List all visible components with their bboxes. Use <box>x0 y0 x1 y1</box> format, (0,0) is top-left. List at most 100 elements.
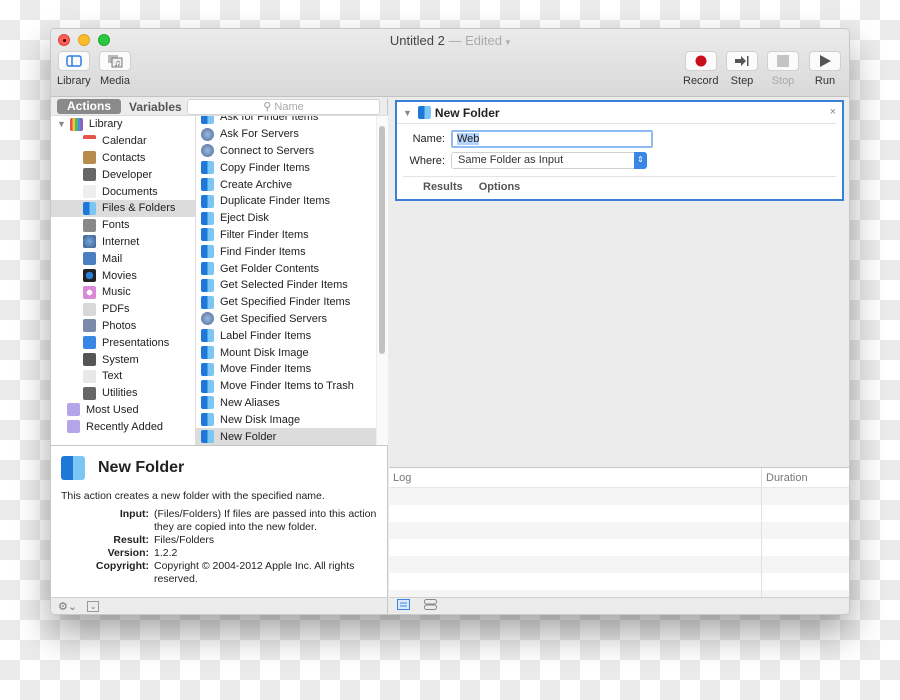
library-list: ▼ Library Calendar Contacts Developer Docum… <box>51 115 195 445</box>
search-input[interactable]: ⚲ Name <box>187 99 380 115</box>
action-item-label: Label Finder Items <box>220 329 312 342</box>
action-item-label: New Aliases <box>220 396 280 409</box>
action-item[interactable]: Connect to Servers <box>196 143 388 160</box>
where-select[interactable]: Same Folder as Input ⇕ <box>451 152 647 169</box>
tab-actions[interactable]: Actions <box>57 99 122 114</box>
globe-icon <box>201 144 214 158</box>
smart-group-label: Recently Added <box>86 420 164 433</box>
action-item[interactable]: Ask for Finder Items <box>196 116 388 126</box>
gear-menu-icon[interactable]: ⚙⌄ <box>58 600 77 613</box>
action-item[interactable]: Get Specified Finder Items <box>196 294 388 311</box>
action-item-label: Connect to Servers <box>220 144 315 157</box>
action-item[interactable]: Label Finder Items <box>196 327 388 344</box>
run-button[interactable]: Run <box>809 51 841 87</box>
library-item[interactable]: Files & Folders <box>51 199 195 217</box>
library-item[interactable]: Presentations <box>51 334 195 351</box>
library-item[interactable]: Documents <box>51 183 195 200</box>
toggle-description-button[interactable]: ⌄ <box>87 600 100 612</box>
finder-icon <box>201 346 214 360</box>
finder-icon <box>201 379 214 393</box>
action-item[interactable]: Eject Disk <box>196 210 388 227</box>
library-root[interactable]: ▼ Library <box>51 116 195 133</box>
updown-chevron-icon: ⇕ <box>634 152 647 169</box>
split-view-icon[interactable] <box>424 599 437 613</box>
log-cell <box>389 539 761 556</box>
action-item-label: Filter Finder Items <box>220 228 309 241</box>
action-item[interactable]: New Disk Image <box>196 411 388 428</box>
action-item[interactable]: Get Selected Finder Items <box>196 277 388 294</box>
finder-icon <box>201 396 214 410</box>
action-item[interactable]: Move Finder Items to Trash <box>196 378 388 395</box>
description-title: New Folder <box>98 459 185 476</box>
library-item[interactable]: Photos <box>51 318 195 335</box>
results-button[interactable]: Results <box>423 181 463 193</box>
smart-group-item[interactable]: Most Used <box>51 402 195 419</box>
document-name: Untitled 2 <box>389 33 445 48</box>
disclosure-triangle-icon[interactable]: ▼ <box>57 119 66 129</box>
action-item[interactable]: Find Finder Items <box>196 243 388 260</box>
action-item[interactable]: Mount Disk Image <box>196 344 388 361</box>
library-item-label: Fonts <box>102 219 130 232</box>
action-item[interactable]: Move Finder Items <box>196 361 388 378</box>
step-button[interactable]: Step <box>726 51 758 87</box>
action-description: New Folder This action creates a new fol… <box>51 445 387 597</box>
stop-button[interactable]: Stop <box>767 51 799 87</box>
library-item[interactable]: Music <box>51 284 195 301</box>
record-button[interactable]: Record <box>683 51 718 87</box>
stop-label: Stop <box>771 75 795 87</box>
library-item[interactable]: Mail <box>51 250 195 267</box>
utilities-icon <box>83 386 96 400</box>
action-item[interactable]: Create Archive <box>196 176 388 193</box>
library-item[interactable]: Text <box>51 368 195 385</box>
field-value: Files/Folders <box>154 534 215 546</box>
action-item[interactable]: Get Folder Contents <box>196 260 388 277</box>
library-item-label: Internet <box>102 235 140 248</box>
library-item[interactable]: PDFs <box>51 301 195 318</box>
log-row <box>389 522 849 539</box>
log-column-header[interactable]: Log <box>389 468 761 487</box>
options-button[interactable]: Options <box>479 181 521 193</box>
window-title[interactable]: Untitled 2 — Edited ▾ <box>51 33 849 48</box>
sidebar-icon <box>57 51 90 71</box>
workflow-area[interactable]: ▼ New Folder × Name: Web Where: Same Fol… <box>389 98 849 468</box>
list-view-icon[interactable] <box>397 599 410 613</box>
folder-name-field[interactable]: Web <box>451 130 653 148</box>
action-item[interactable]: New Aliases <box>196 395 388 412</box>
library-item[interactable]: Calendar <box>51 133 195 150</box>
library-button[interactable]: Library <box>57 51 91 87</box>
actions-scrollbar[interactable] <box>379 126 385 354</box>
media-icon: ♫ <box>99 51 131 71</box>
finder-icon <box>201 178 214 192</box>
action-item[interactable]: Ask For Servers <box>196 126 388 143</box>
finder-icon <box>201 211 214 225</box>
smart-group-item[interactable]: Recently Added <box>51 418 195 435</box>
action-item[interactable]: Copy Finder Items <box>196 159 388 176</box>
library-item[interactable]: Movies <box>51 267 195 284</box>
action-item[interactable]: Get Specified Servers <box>196 311 388 328</box>
library-item[interactable]: Developer <box>51 166 195 183</box>
finder-icon <box>201 262 214 276</box>
description-summary: This action creates a new folder with th… <box>61 490 325 502</box>
action-item[interactable]: Duplicate Finder Items <box>196 193 388 210</box>
duration-column-header[interactable]: Duration <box>761 468 849 487</box>
action-item[interactable]: Filter Finder Items <box>196 227 388 244</box>
action-item-label: Find Finder Items <box>220 245 306 258</box>
actions-scroll-track[interactable] <box>376 116 388 445</box>
library-item[interactable]: Utilities <box>51 385 195 402</box>
action-item-label: Ask For Servers <box>220 128 299 141</box>
action-item-label: Get Specified Servers <box>220 312 327 325</box>
collapse-triangle-icon[interactable]: ▼ <box>403 108 412 118</box>
description-fields: Input: (Files/Folders) If files are passe… <box>61 508 377 586</box>
library-item[interactable]: Internet <box>51 234 195 251</box>
media-button[interactable]: ♫ Media <box>99 51 131 87</box>
library-item[interactable]: Contacts <box>51 150 195 167</box>
action-card-new-folder[interactable]: ▼ New Folder × Name: Web Where: Same Fol… <box>395 100 844 201</box>
library-label: Library <box>57 75 91 87</box>
actions-list: Ask for Finder Items Ask For Servers Conne… <box>195 115 388 445</box>
library-item-label: Calendar <box>102 135 147 148</box>
library-item[interactable]: System <box>51 351 195 368</box>
remove-action-icon[interactable]: × <box>830 106 836 118</box>
tab-variables[interactable]: Variables <box>121 100 190 114</box>
action-item[interactable]: New Folder <box>196 428 376 445</box>
library-item[interactable]: Fonts <box>51 217 195 234</box>
